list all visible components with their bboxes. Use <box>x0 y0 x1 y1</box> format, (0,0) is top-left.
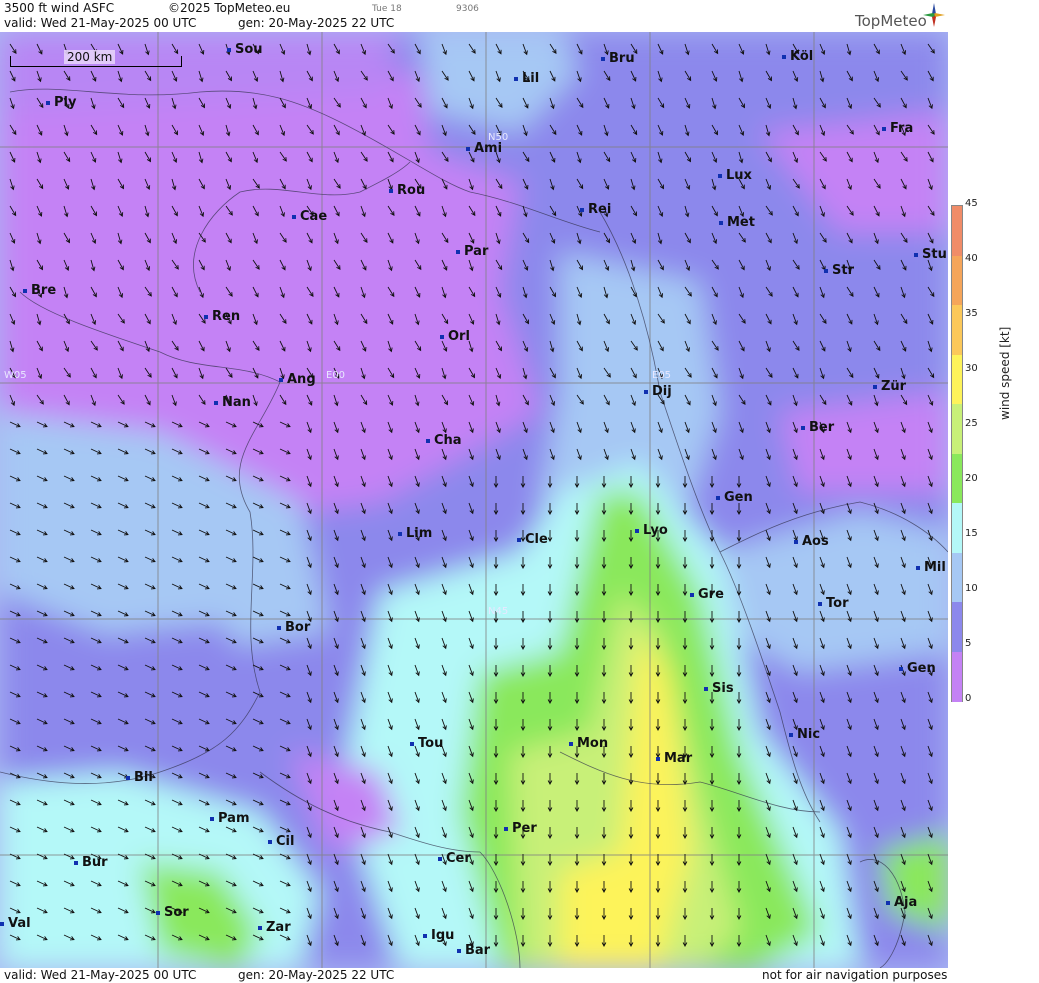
disclaimer: not for air navigation purposes <box>762 968 948 982</box>
city-label: Ren <box>204 309 240 324</box>
wind-map[interactable]: 200 km N50 W05 E00 E05 N45 Sou Ply Lil B… <box>0 32 948 968</box>
city-label: Zür <box>873 379 906 394</box>
city-label: Lyo <box>635 523 668 538</box>
city-label: Stu <box>914 247 947 262</box>
scale-label: 200 km <box>64 50 116 64</box>
color-segment <box>952 305 962 355</box>
city-label: Igu <box>423 928 454 943</box>
header: 3500 ft wind ASFC ©2025 TopMeteo.eu Tue … <box>0 0 948 32</box>
city-label: Sou <box>227 42 263 57</box>
city-label: Lil <box>514 71 539 86</box>
legend-title: wind speed [kt] <box>998 326 1012 420</box>
city-label: Zar <box>258 920 291 935</box>
color-segment <box>952 552 962 603</box>
product-title: 3500 ft wind ASFC <box>4 1 115 15</box>
legend-tick-label: 35 <box>965 308 978 319</box>
city-label: Par <box>456 244 488 259</box>
color-legend: 45 40 35 30 25 20 15 10 5 0 wind speed [kt] <box>948 0 1039 983</box>
color-segment <box>952 453 962 504</box>
city-label: Met <box>719 215 755 230</box>
run-code: 9306 <box>456 4 479 14</box>
color-segment <box>952 602 962 652</box>
city-label: Rei <box>580 202 611 217</box>
city-label: Ami <box>466 141 502 156</box>
brand-name: TopMeteo <box>855 12 927 30</box>
legend-tick-label: 10 <box>965 583 978 594</box>
city-label: Mar <box>656 751 692 766</box>
legend-tick-label: 0 <box>965 693 972 704</box>
city-label: Tor <box>818 596 848 611</box>
city-label: Cil <box>268 834 294 849</box>
legend-tick-label: 45 <box>965 198 978 209</box>
color-bar <box>951 205 963 702</box>
city-label: Mon <box>569 736 608 751</box>
legend-tick-label: 30 <box>965 363 978 374</box>
valid-time: valid: Wed 21-May-2025 00 UTC <box>4 16 197 30</box>
color-segment <box>952 206 962 256</box>
color-segment <box>952 651 962 702</box>
city-label: Cae <box>292 209 327 224</box>
compass-logo-icon <box>923 3 945 27</box>
color-segment <box>952 255 962 306</box>
city-label: Lim <box>398 526 432 541</box>
footer-valid-time: valid: Wed 21-May-2025 00 UTC <box>4 968 197 982</box>
city-label: Bil <box>126 770 153 785</box>
city-label: Nic <box>789 727 820 742</box>
city-label: Pam <box>210 811 250 826</box>
city-label: Cer <box>438 851 471 866</box>
city-label: Gen <box>716 490 753 505</box>
city-label: Aos <box>794 534 829 549</box>
city-label: Lux <box>718 168 752 183</box>
city-label: Aja <box>886 895 917 910</box>
city-label: Cle <box>517 532 548 547</box>
city-label: Bru <box>601 51 635 66</box>
city-label: Sis <box>704 681 734 696</box>
wind-field <box>0 32 948 968</box>
grid-label-e05: E05 <box>652 370 672 381</box>
city-label: Bar <box>457 943 490 958</box>
city-label: Mil <box>916 560 946 575</box>
day-tab[interactable]: Tue 18 <box>372 4 402 14</box>
color-segment <box>952 354 962 405</box>
city-label: Bre <box>23 283 56 298</box>
legend-tick-label: 25 <box>965 418 978 429</box>
legend-tick-label: 20 <box>965 473 978 484</box>
city-label: Bur <box>74 855 108 870</box>
legend-tick-label: 5 <box>965 638 972 649</box>
city-label: Köl <box>782 49 813 64</box>
city-label: Ang <box>279 372 316 387</box>
grid-label-e00: E00 <box>326 370 346 381</box>
city-label: Ber <box>801 420 834 435</box>
city-label: Orl <box>440 329 470 344</box>
city-label: Gen <box>899 661 936 676</box>
city-label: Per <box>504 821 537 836</box>
city-label: Rou <box>389 183 425 198</box>
color-segment <box>952 404 962 454</box>
city-label: Gre <box>690 587 724 602</box>
city-label: Bor <box>277 620 310 635</box>
city-label: Val <box>0 916 31 931</box>
generation-time: gen: 20-May-2025 22 UTC <box>238 16 395 30</box>
grid-label-w05: W05 <box>4 370 27 381</box>
city-label: Ply <box>46 95 76 110</box>
city-label: Tou <box>410 736 443 751</box>
copyright: ©2025 TopMeteo.eu <box>168 1 291 15</box>
footer: valid: Wed 21-May-2025 00 UTC gen: 20-Ma… <box>0 968 948 983</box>
grid-label-n45: N45 <box>488 606 509 617</box>
city-label: Sor <box>156 905 189 920</box>
city-label: Str <box>824 263 854 278</box>
color-segment <box>952 503 962 553</box>
city-label: Dij <box>644 384 672 399</box>
city-label: Cha <box>426 433 462 448</box>
legend-tick-label: 40 <box>965 253 978 264</box>
city-label: Fra <box>882 121 913 136</box>
city-label: Nan <box>214 395 251 410</box>
legend-tick-label: 15 <box>965 528 978 539</box>
footer-generation-time: gen: 20-May-2025 22 UTC <box>238 968 395 982</box>
